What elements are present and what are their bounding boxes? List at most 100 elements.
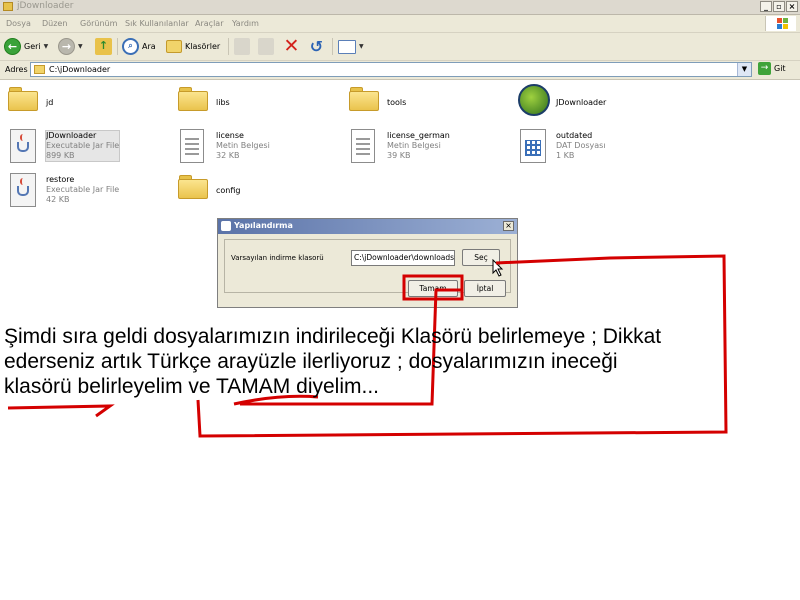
toolbar-divider [332, 38, 333, 55]
file-type: Metin Belgesi [387, 141, 441, 150]
move-to-icon [234, 38, 250, 55]
windows-logo-icon [765, 16, 796, 31]
dialog-close-button[interactable]: × [503, 221, 514, 231]
file-name: JDownloader [46, 131, 97, 140]
up-folder-button[interactable]: ↑ [95, 37, 112, 56]
jdownloader-logo-icon [518, 84, 550, 116]
file-type: DAT Dosyası [556, 141, 606, 150]
dialog-title: Yapılandırma [234, 221, 293, 230]
minimize-button[interactable]: _ [760, 1, 772, 12]
go-label: Git [774, 64, 786, 73]
chevron-down-icon[interactable]: ▼ [359, 43, 364, 50]
file-label: restore Executable Jar File 42 KB [46, 175, 119, 205]
chevron-down-icon[interactable]: ▼ [78, 43, 83, 50]
file-type: Executable Jar File [46, 141, 120, 150]
address-bar: Adres C:\jDownloader ▼ → Git [0, 61, 800, 80]
search-label: Ara [142, 42, 156, 51]
file-name: license_german [387, 131, 450, 140]
tutorial-caption: Şimdi sıra geldi dosyalarımızın indirile… [4, 324, 764, 399]
ok-button[interactable]: Tamam [408, 280, 458, 297]
java-jar-icon [10, 173, 36, 207]
move-to-button[interactable] [234, 37, 250, 56]
delete-button[interactable]: ✕ [283, 37, 300, 56]
folder-icon [178, 175, 208, 199]
underline-stroke [7, 404, 115, 418]
window-title: jDownloader [17, 1, 74, 11]
window-controls: _ ▫ × [760, 1, 798, 12]
folder-icon [34, 65, 45, 74]
text-document-icon [351, 129, 375, 163]
toolbar-divider [228, 38, 229, 55]
maximize-button[interactable]: ▫ [773, 1, 785, 12]
address-dropdown-button[interactable]: ▼ [737, 63, 751, 76]
menu-dosya[interactable]: Dosya [6, 19, 31, 28]
file-size: 1 KB [556, 151, 575, 160]
address-value: C:\jDownloader [49, 65, 111, 74]
menu-duzen[interactable]: Düzen [42, 19, 67, 28]
file-label: JDownloader Executable Jar File 899 KB [44, 130, 121, 162]
folder-icon [3, 2, 13, 11]
folders-button[interactable]: Klasörler [166, 37, 220, 56]
caption-line: Şimdi sıra geldi dosyalarımızın indirile… [4, 325, 662, 348]
forward-button[interactable]: → ▼ [58, 37, 83, 56]
file-name: config [216, 186, 241, 195]
file-label: license Metin Belgesi 32 KB [216, 131, 270, 161]
menu-bar: Dosya Düzen Görünüm Sık Kullanılanlar Ar… [0, 15, 800, 33]
window-title-bar: jDownloader _ ▫ × [0, 0, 800, 15]
file-size: 42 KB [46, 195, 70, 204]
configuration-dialog: Yapılandırma × Varsayılan indirme klasor… [217, 218, 518, 308]
menu-araclar[interactable]: Araçlar [195, 19, 223, 28]
address-input[interactable]: C:\jDownloader ▼ [30, 62, 752, 77]
file-name: JDownloader [556, 98, 607, 107]
file-label: license_german Metin Belgesi 39 KB [387, 131, 450, 161]
text-document-icon [180, 129, 204, 163]
copy-to-button[interactable] [258, 37, 274, 56]
back-button[interactable]: ← Geri ▼ [4, 37, 48, 56]
dialog-title-bar: Yapılandırma × [218, 219, 517, 234]
file-size: 32 KB [216, 151, 240, 160]
copy-to-icon [258, 38, 274, 55]
views-icon [338, 39, 356, 54]
menu-yardim[interactable]: Yardım [232, 19, 259, 28]
close-button[interactable]: × [786, 1, 798, 12]
file-size: 899 KB [46, 151, 75, 160]
caption-line: klasörü belirleyelim ve TAMAM diyelim... [4, 375, 379, 398]
file-type: Executable Jar File [46, 185, 120, 194]
caption-line: ederseniz artık Türkçe arayüzle ilerliyo… [4, 350, 618, 373]
address-label: Adres [5, 65, 28, 74]
download-folder-input[interactable]: C:\jDownloader\downloads [351, 250, 455, 266]
search-icon: ⌕ [122, 38, 139, 55]
file-name: license [216, 131, 244, 140]
menu-favorites[interactable]: Sık Kullanılanlar [125, 19, 189, 28]
folder-icon [8, 87, 38, 111]
forward-arrow-icon: → [58, 38, 75, 55]
java-icon [221, 221, 231, 231]
menu-gorunum[interactable]: Görünüm [80, 19, 117, 28]
toolbar-divider [117, 38, 118, 55]
undo-button[interactable]: ↺ [308, 37, 325, 56]
go-arrow-icon: → [758, 62, 771, 75]
up-folder-icon: ↑ [95, 38, 112, 55]
undo-icon: ↺ [309, 37, 324, 56]
go-button[interactable]: → Git [758, 62, 786, 75]
download-folder-label: Varsayılan indirme klasorü [231, 254, 324, 262]
java-jar-icon [10, 129, 36, 163]
file-type: Metin Belgesi [216, 141, 270, 150]
views-button[interactable]: ▼ [338, 37, 364, 56]
file-label: outdated DAT Dosyası 1 KB [556, 131, 606, 161]
cancel-button[interactable]: İptal [464, 280, 506, 297]
back-label: Geri [24, 42, 41, 51]
file-size: 39 KB [387, 151, 411, 160]
file-name: tools [387, 98, 407, 107]
file-name: jd [46, 98, 54, 107]
folders-label: Klasörler [185, 42, 221, 51]
file-name: outdated [556, 131, 593, 140]
mouse-cursor-icon [492, 259, 504, 277]
search-button[interactable]: ⌕ Ara [122, 37, 156, 56]
folder-icon [349, 87, 379, 111]
delete-x-icon: ✕ [283, 35, 300, 57]
file-name: libs [216, 98, 230, 107]
dat-file-icon [520, 129, 546, 163]
chevron-down-icon[interactable]: ▼ [44, 43, 49, 50]
toolbar: ← Geri ▼ → ▼ ↑ ⌕ Ara Klasörler ✕ ↺ ▼ [0, 33, 800, 61]
